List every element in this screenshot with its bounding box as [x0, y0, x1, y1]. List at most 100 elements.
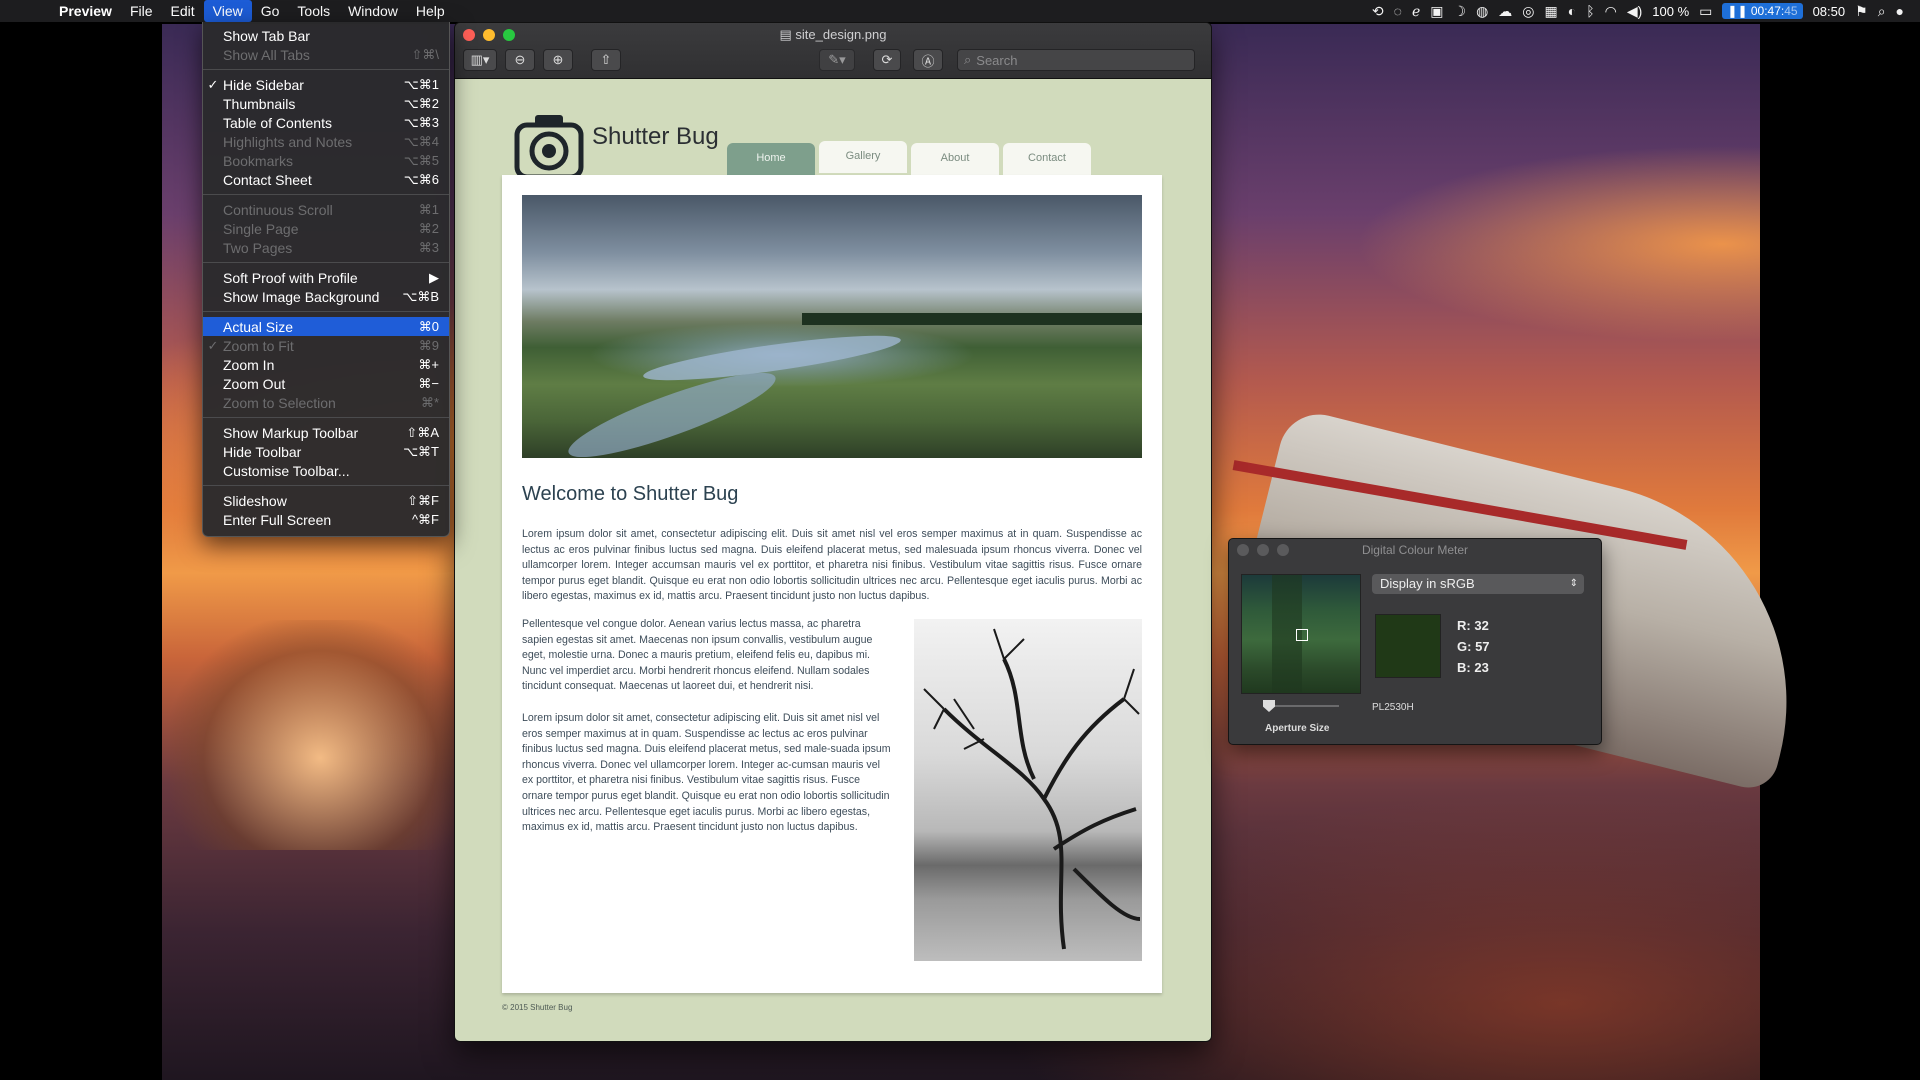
- menu-item-shortcut: ⇧⌘A: [406, 424, 439, 440]
- menu-item-highlights-and-notes: Highlights and Notes ⌥⌘4: [203, 132, 449, 151]
- menu-item-hide-sidebar[interactable]: ✓ Hide Sidebar ⌥⌘1: [203, 75, 449, 94]
- tree-photo-image: [914, 619, 1142, 961]
- menu-item-soft-proof-with-profile[interactable]: Soft Proof with Profile ▶: [203, 268, 449, 287]
- bluetooth-icon[interactable]: ᛒ: [1586, 3, 1594, 19]
- menu-view[interactable]: View: [203, 0, 252, 22]
- volume-icon[interactable]: ◀): [1627, 3, 1642, 20]
- menu-item-shortcut: ⌘−: [418, 375, 439, 391]
- menu-item-label: Bookmarks: [223, 152, 294, 169]
- screen-share-icon[interactable]: ▣: [1430, 3, 1443, 20]
- menu-item-enter-full-screen[interactable]: Enter Full Screen ^⌘F: [203, 510, 449, 529]
- colour-meter-close-button[interactable]: [1237, 544, 1249, 556]
- rgb-blue-value: 23: [1474, 660, 1489, 675]
- sync-icon[interactable]: ◌: [1394, 3, 1402, 19]
- menu-item-hide-toolbar[interactable]: Hide Toolbar ⌥⌘T: [203, 442, 449, 461]
- zoom-in-icon: ⊕: [552, 52, 564, 67]
- site-tab-gallery: Gallery: [819, 141, 907, 173]
- colour-meter-minimize-button[interactable]: [1257, 544, 1269, 556]
- site-paragraph-3: Lorem ipsum dolor sit amet, consectetur …: [522, 712, 891, 834]
- contrast-icon[interactable]: ◐: [1568, 3, 1576, 19]
- flag-icon[interactable]: ⚑: [1855, 3, 1868, 20]
- globe-icon[interactable]: ◍: [1476, 3, 1488, 20]
- menu-item-zoom-in[interactable]: Zoom In ⌘+: [203, 355, 449, 374]
- menu-item-shortcut: ⌥⌘5: [403, 152, 439, 168]
- record-icon[interactable]: ◎: [1522, 3, 1534, 20]
- menu-item-show-markup-toolbar[interactable]: Show Markup Toolbar ⇧⌘A: [203, 423, 449, 442]
- rgb-green-value: 57: [1475, 639, 1490, 654]
- menu-item-label: Soft Proof with Profile: [223, 269, 358, 286]
- cloud-icon[interactable]: ☁: [1498, 3, 1512, 20]
- menu-item-label: Two Pages: [223, 239, 293, 256]
- window-titlebar: ▤ site_design.png ▥▾ ⊖ ⊕ ⇧ ✎▾ ⟳ Ⓐ ⌕ Sear…: [455, 23, 1211, 79]
- window-title-text: site_design.png: [795, 27, 887, 42]
- zoom-out-button[interactable]: ⊖: [505, 49, 535, 71]
- menu-item-label: Hide Sidebar: [223, 76, 304, 93]
- colour-space-select[interactable]: Display in sRGB ⇕: [1372, 574, 1584, 594]
- menu-item-shortcut: ⇧⌘F: [407, 492, 439, 508]
- spotlight-icon[interactable]: ⌕: [1878, 3, 1886, 20]
- menu-item-label: Table of Contents: [223, 114, 332, 131]
- menu-separator: [203, 485, 449, 486]
- menu-item-shortcut: ⌘3: [418, 239, 439, 255]
- clock[interactable]: 08:50: [1813, 4, 1846, 19]
- sidebar-icon: ▥▾: [470, 52, 490, 67]
- rgb-red-label: R:: [1457, 618, 1471, 633]
- colour-meter-zoom-button[interactable]: [1277, 544, 1289, 556]
- siri-icon[interactable]: ●: [1896, 3, 1904, 19]
- menu-item-continuous-scroll: Continuous Scroll ⌘1: [203, 200, 449, 219]
- menu-app-name[interactable]: Preview: [50, 0, 121, 22]
- menu-item-bookmarks: Bookmarks ⌥⌘5: [203, 151, 449, 170]
- menu-window[interactable]: Window: [339, 0, 407, 22]
- menu-separator: [203, 262, 449, 263]
- colour-meter-window-controls: [1237, 544, 1289, 556]
- menu-item-zoom-out[interactable]: Zoom Out ⌘−: [203, 374, 449, 393]
- do-not-disturb-icon[interactable]: ☽: [1454, 3, 1467, 20]
- timer-badge[interactable]: ❚❚ 00:47:45: [1722, 3, 1803, 19]
- menu-item-label: Hide Toolbar: [223, 443, 302, 460]
- menu-item-shortcut: ⌥⌘T: [403, 443, 439, 459]
- menu-item-shortcut: ⌥⌘1: [403, 76, 439, 92]
- menu-edit[interactable]: Edit: [162, 0, 204, 22]
- menu-item-table-of-contents[interactable]: Table of Contents ⌥⌘3: [203, 113, 449, 132]
- menu-item-label: Single Page: [223, 220, 299, 237]
- rgb-green: G: 57: [1457, 639, 1490, 654]
- sidebar-toggle-button[interactable]: ▥▾: [463, 49, 497, 71]
- rotate-button[interactable]: ⟳: [873, 49, 901, 71]
- menu-item-label: Zoom Out: [223, 375, 286, 392]
- markup-toolbar-button[interactable]: Ⓐ: [913, 49, 943, 71]
- menu-help[interactable]: Help: [407, 0, 454, 22]
- menu-item-shortcut: ⌥⌘3: [403, 114, 439, 130]
- wallpaper-splash: [170, 620, 470, 850]
- time-machine-icon[interactable]: ⟲: [1372, 3, 1384, 20]
- grid-icon[interactable]: ▦: [1545, 3, 1558, 20]
- menu-item-customise-toolbar[interactable]: Customise Toolbar...: [203, 461, 449, 480]
- menu-item-shortcut: ⌘1: [418, 201, 439, 217]
- battery-icon[interactable]: ▭: [1699, 3, 1712, 20]
- menu-item-label: Contact Sheet: [223, 171, 312, 188]
- colour-meter-title: Digital Colour Meter: [1361, 543, 1469, 557]
- menu-item-label: Enter Full Screen: [223, 511, 332, 528]
- browser-icon[interactable]: ℯ: [1412, 3, 1420, 20]
- menu-item-contact-sheet[interactable]: Contact Sheet ⌥⌘6: [203, 170, 449, 189]
- menu-go[interactable]: Go: [252, 0, 289, 22]
- document-canvas: Shutter Bug Home Gallery About Contact W…: [455, 79, 1211, 1041]
- search-field[interactable]: ⌕ Search: [957, 49, 1195, 71]
- menu-file[interactable]: File: [121, 0, 162, 22]
- wifi-icon[interactable]: ◠: [1605, 3, 1617, 20]
- menu-item-two-pages: Two Pages ⌘3: [203, 238, 449, 257]
- menu-item-show-tab-bar[interactable]: Show Tab Bar: [203, 26, 449, 45]
- menu-item-show-image-background[interactable]: Show Image Background ⌥⌘B: [203, 287, 449, 306]
- share-button[interactable]: ⇧: [591, 49, 621, 71]
- menu-item-single-page: Single Page ⌘2: [203, 219, 449, 238]
- menu-item-thumbnails[interactable]: Thumbnails ⌥⌘2: [203, 94, 449, 113]
- menu-item-actual-size[interactable]: Actual Size ⌘0: [203, 317, 449, 336]
- zoom-in-button[interactable]: ⊕: [543, 49, 573, 71]
- aperture-slider-knob[interactable]: [1263, 700, 1275, 712]
- menu-item-zoom-to-fit: ✓ Zoom to Fit ⌘9: [203, 336, 449, 355]
- menu-item-slideshow[interactable]: Slideshow ⇧⌘F: [203, 491, 449, 510]
- site-paragraph-2: Pellentesque vel congue dolor. Aenean va…: [522, 618, 873, 693]
- markup-pen-button[interactable]: ✎▾: [819, 49, 855, 71]
- menu-item-label: Show All Tabs: [223, 46, 310, 63]
- aperture-slider-track[interactable]: [1265, 705, 1339, 707]
- menu-tools[interactable]: Tools: [288, 0, 339, 22]
